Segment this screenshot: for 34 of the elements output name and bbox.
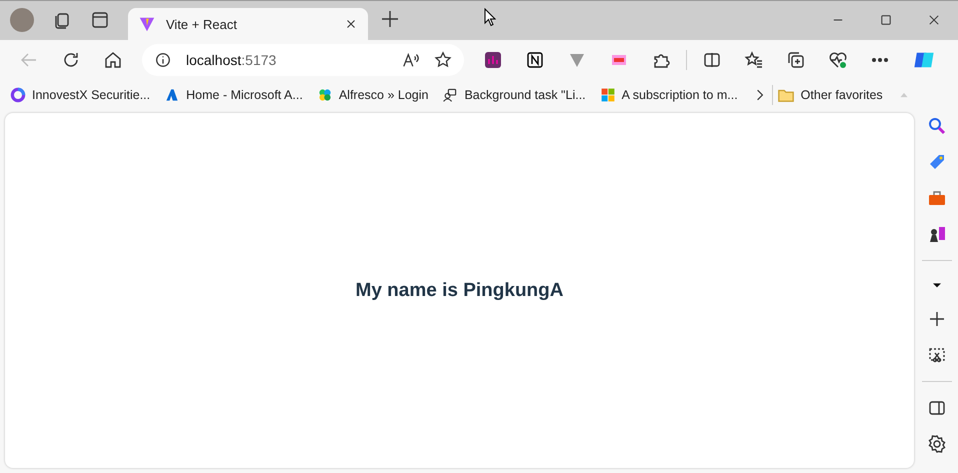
split-screen-icon[interactable]: [702, 50, 722, 70]
cursor-icon: [484, 8, 496, 27]
search-icon[interactable]: [927, 116, 947, 136]
address-field[interactable]: localhost:5173: [142, 44, 464, 76]
triangle-logo-icon: [138, 15, 156, 33]
bookmark-link[interactable]: Background task "Li...: [442, 87, 586, 103]
settings-icon[interactable]: [927, 434, 947, 454]
page-heading: My name is PingkungA: [356, 280, 564, 302]
info-icon[interactable]: [154, 51, 172, 69]
letter-logo-icon: [164, 87, 180, 103]
favorites-icon[interactable]: [744, 50, 764, 70]
close-icon[interactable]: [927, 13, 941, 27]
star-icon[interactable]: [434, 51, 452, 69]
maximize-icon[interactable]: [879, 13, 893, 27]
heart-pulse-icon[interactable]: [828, 50, 848, 70]
window-icon[interactable]: [90, 10, 110, 30]
read-aloud-icon[interactable]: [402, 51, 420, 69]
plus-icon[interactable]: [927, 309, 947, 329]
flower-icon: [316, 87, 333, 103]
bookmark-link[interactable]: Home - Microsoft A...: [164, 87, 303, 103]
bookmark-link[interactable]: Alfresco » Login: [316, 87, 428, 103]
chess-pieces-icon[interactable]: [927, 224, 947, 244]
bookmark-link[interactable]: InnovestX Securitie...: [10, 87, 150, 103]
tiles-icon: [600, 87, 616, 103]
plus-icon[interactable]: [380, 9, 400, 29]
collections-icon[interactable]: [786, 50, 806, 70]
other-favorites-folder[interactable]: Other favorites: [776, 86, 883, 104]
chart-app-icon[interactable]: [483, 50, 503, 70]
notion-logo-icon[interactable]: [525, 50, 545, 70]
circle-logo-icon: [10, 87, 26, 103]
bookmark-link[interactable]: A subscription to m...: [600, 87, 738, 103]
person-chat-icon: [442, 87, 458, 103]
home-icon[interactable]: [103, 50, 123, 70]
browser-tab[interactable]: Vite + React: [128, 8, 368, 40]
